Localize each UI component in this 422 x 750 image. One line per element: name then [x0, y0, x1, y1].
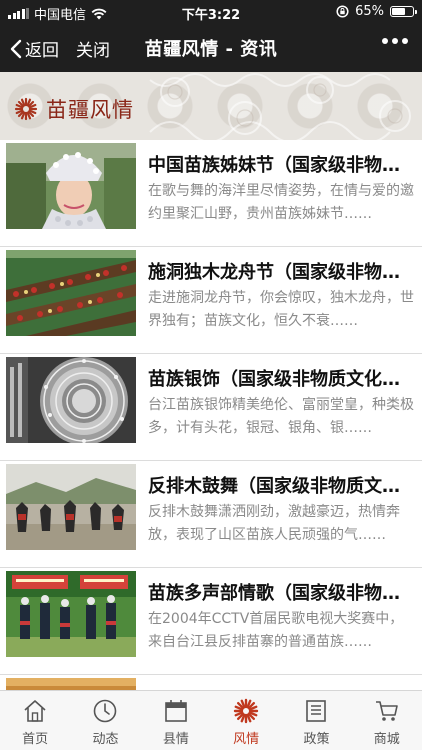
nav-bar: 返回 关闭 苗疆风情 - 资讯 — [0, 24, 422, 72]
item-title: 施洞独木龙舟节（国家级非物质文化遗产） — [148, 262, 412, 283]
back-label: 返回 — [25, 41, 59, 61]
tab-label: 风情 — [233, 732, 260, 747]
list-item[interactable] — [0, 675, 422, 690]
tab-bar: 首页 动态 县情 风情 政策 商城 — [0, 690, 422, 750]
thumbnail-image — [6, 464, 136, 550]
battery-percent: 65% — [355, 4, 384, 19]
list-item[interactable]: 反排木鼓舞（国家级非物质文化遗产） 反排木鼓舞潇洒刚劲，激越豪迈，热情奔放，表现… — [0, 461, 422, 568]
chevron-left-icon — [10, 39, 22, 58]
tab-home[interactable]: 首页 — [0, 691, 70, 750]
item-title: 苗族多声部情歌（国家级非物质文化遗产） — [148, 583, 412, 604]
item-summary: 台江苗族银饰精美绝伦、富丽堂皇，种类极多，计有头花，银冠、银角、银…… — [148, 397, 414, 436]
thumbnail-image — [6, 357, 136, 443]
item-title: 中国苗族姊妹节（国家级非物质文化遗产） — [148, 155, 412, 176]
section-title-label: 苗疆风情 — [46, 98, 134, 122]
back-button[interactable]: 返回 — [10, 36, 59, 61]
tab-label: 政策 — [303, 732, 330, 747]
tab-news[interactable]: 动态 — [70, 691, 140, 750]
tab-label: 首页 — [22, 732, 49, 747]
flower-emblem-icon — [14, 97, 38, 121]
more-dot-icon — [382, 38, 388, 44]
document-icon — [306, 700, 327, 722]
item-summary: 在歌与舞的海洋里尽情姿势，在情与爱的邀约里聚汇山野，贵州苗族姊妹节…… — [148, 183, 414, 222]
section-title: 苗疆风情 — [14, 94, 134, 124]
item-title: 反排木鼓舞（国家级非物质文化遗产） — [148, 476, 412, 497]
tab-mall[interactable]: 商城 — [352, 691, 422, 750]
item-summary: 在2004年CCTV首届民歌电视大奖赛中，来自台江县反排苗寨的普通苗族…… — [148, 611, 404, 650]
tab-label: 县情 — [162, 732, 189, 747]
list-item[interactable]: 苗族多声部情歌（国家级非物质文化遗产） 在2004年CCTV首届民歌电视大奖赛中… — [0, 568, 422, 675]
tab-county[interactable]: 县情 — [141, 691, 211, 750]
more-button[interactable] — [382, 38, 408, 44]
thumbnail-image — [6, 571, 136, 657]
tab-label: 商城 — [373, 732, 400, 747]
thumbnail-image — [6, 678, 136, 690]
calendar-icon — [165, 700, 187, 722]
item-summary: 走进施洞龙舟节，你会惊叹，独木龙舟，世界独有；苗族文化，恒久不衰…… — [148, 290, 414, 329]
item-summary: 反排木鼓舞潇洒刚劲，激越豪迈，热情奔放，表现了山区苗族人民顽强的气…… — [148, 504, 400, 543]
section-header: 苗疆风情 — [0, 72, 422, 140]
news-list: 中国苗族姊妹节（国家级非物质文化遗产） 在歌与舞的海洋里尽情姿势，在情与爱的邀约… — [0, 140, 422, 690]
item-title: 苗族银饰（国家级非物质文化遗产） — [148, 369, 412, 390]
thumbnail-image — [6, 250, 136, 336]
clock-icon — [94, 699, 117, 723]
battery-icon — [390, 6, 417, 17]
flower-icon — [233, 698, 259, 724]
tab-policy[interactable]: 政策 — [281, 691, 351, 750]
home-icon — [24, 700, 46, 722]
list-item[interactable]: 中国苗族姊妹节（国家级非物质文化遗产） 在歌与舞的海洋里尽情姿势，在情与爱的邀约… — [0, 140, 422, 247]
more-dot-icon — [402, 38, 408, 44]
list-item[interactable]: 苗族银饰（国家级非物质文化遗产） 台江苗族银饰精美绝伦、富丽堂皇，种类极多，计有… — [0, 354, 422, 461]
page-title: 苗疆风情 - 资讯 — [144, 39, 278, 60]
tab-customs[interactable]: 风情 — [211, 691, 281, 750]
list-item[interactable]: 施洞独木龙舟节（国家级非物质文化遗产） 走进施洞龙舟节，你会惊叹，独木龙舟，世界… — [0, 247, 422, 354]
close-button[interactable]: 关闭 — [76, 36, 110, 61]
more-dot-icon — [392, 38, 398, 44]
tab-label: 动态 — [92, 732, 119, 747]
cart-icon — [375, 701, 398, 721]
status-bar: 中国电信 下午3:22 65% — [0, 0, 422, 24]
thumbnail-image — [6, 143, 136, 229]
rotation-lock-icon — [336, 5, 349, 18]
